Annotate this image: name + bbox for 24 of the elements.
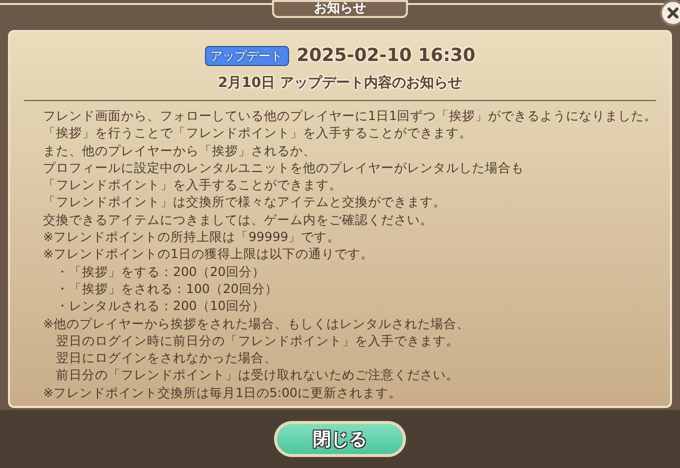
notice-line: 「フレンドポイント」は交換所で様々なアイテムと交換ができます。 [43, 193, 447, 211]
update-tag: アップデート [204, 46, 289, 66]
close-button[interactable] [660, 0, 680, 26]
notice-line: また、他のプレイヤーから「挨拶」されるか、 [43, 142, 317, 159]
notice-line: ※フレンドポイントの1日の獲得上限は以下の通りです。 [43, 245, 374, 263]
notice-line: ・「挨拶」をされる：100（20回分） [55, 280, 279, 298]
notice-line: ※フレンドポイント交換所は毎月1日の5:00に更新されます。 [43, 384, 402, 402]
notice-line: 「フレンドポイント」を入手することができます。 [43, 176, 343, 194]
notice-line: フレンド画面から、フォローしている他のプレイヤーに1日1回ずつ「挨拶」ができるようになりました。 [43, 107, 658, 124]
close-dialog-button[interactable]: 閉じる [274, 421, 406, 457]
notice-line: プロフィールに設定中のレンタルユニットを他のプレイヤーがレンタルした場合も [43, 158, 525, 176]
close-icon [667, 7, 679, 19]
notice-line: ・レンタルされる：200（10回分） [55, 297, 266, 315]
notice-heading: 2月10日 アップデート内容のお知らせ [216, 74, 464, 93]
notice-line: 翌日にログインをされなかった場合、 [55, 349, 278, 366]
notice-line: ・「挨拶」をする：200（20回分） [55, 262, 266, 280]
notice-line: ※他のプレイヤーから挨拶をされた場合、もしくはレンタルされた場合、 [43, 314, 470, 332]
notice-line: 交換できるアイテムにつきましては、ゲーム内をご確認ください。 [43, 210, 434, 228]
notice-line: 「挨拶」を行うことで「フレンドポイント」を入手することができます。 [43, 124, 473, 142]
notice-line: 前日分の「フレンドポイント」は受け取れないためご注意ください。 [55, 366, 460, 384]
window-title: お知らせ [272, 0, 408, 18]
notice-line: 翌日のログイン時に前日分の「フレンドポイント」を入手できます。 [55, 332, 460, 350]
notice-datetime: 2025-02-10 16:30 [296, 44, 476, 68]
notice-line: ※フレンドポイントの所持上限は「99999」です。 [43, 228, 342, 246]
